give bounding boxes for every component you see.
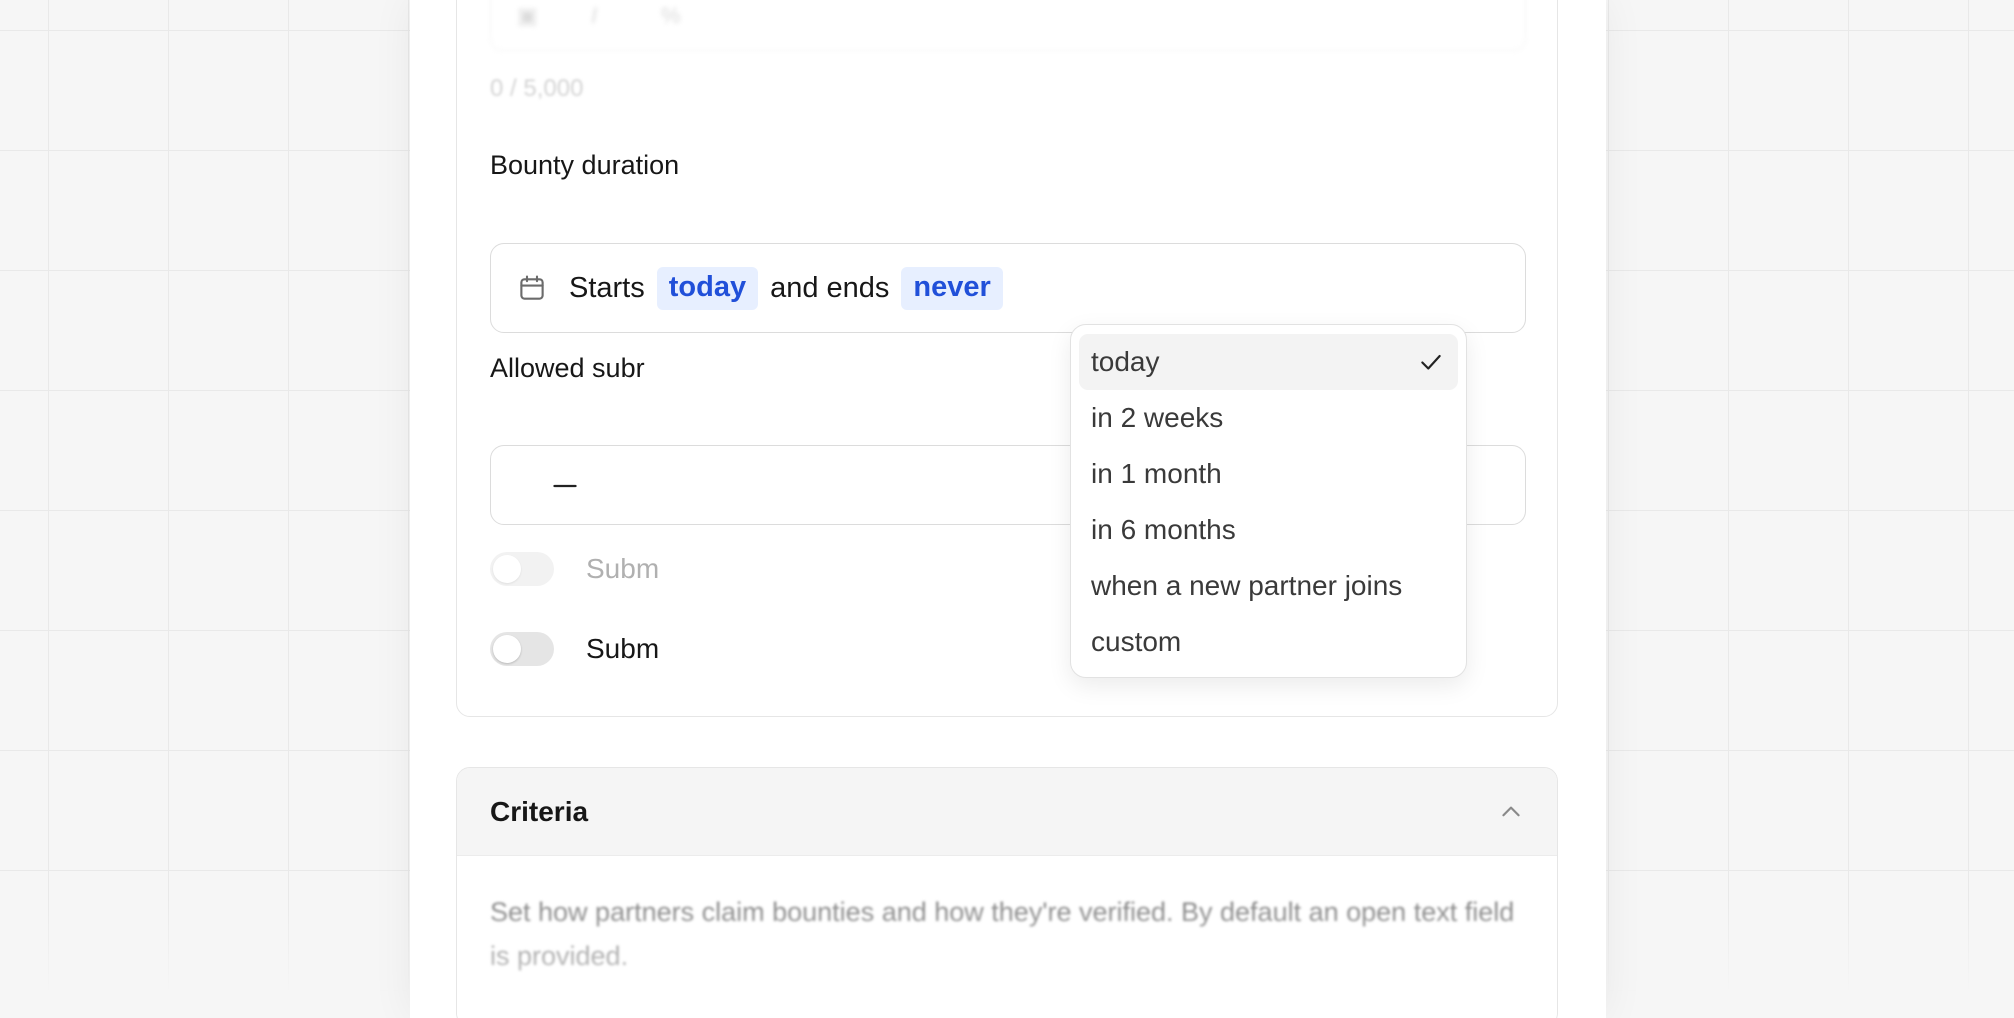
checkmark-icon — [1421, 354, 1441, 370]
starts-prefix: Starts — [569, 271, 645, 304]
bounty-duration-field: Starts today and ends never — [490, 243, 1526, 333]
italic-icon[interactable]: I — [591, 3, 597, 29]
option-label: today — [1091, 346, 1160, 377]
option-label: in 2 weeks — [1091, 402, 1224, 433]
disabled-toggle — [490, 552, 554, 586]
option-label: when a new partner joins — [1091, 570, 1403, 601]
start-date-picker[interactable]: today — [656, 266, 759, 310]
option-label: in 1 month — [1091, 458, 1222, 489]
description-editor[interactable]: ▣ I % — [490, 0, 1526, 51]
end-date-picker[interactable]: never — [901, 266, 1003, 310]
ends-middle-text: and ends — [770, 271, 890, 304]
minus-icon — [553, 484, 577, 488]
image-icon[interactable]: ▣ — [517, 3, 538, 29]
decrement-button[interactable] — [541, 462, 589, 510]
dropdown-option-custom[interactable]: custom — [1079, 614, 1458, 670]
chevron-up-icon[interactable] — [1498, 799, 1524, 825]
criteria-section: Criteria Set how partners claim bounties… — [456, 767, 1558, 1018]
criteria-description: Set how partners claim bounties and how … — [490, 897, 1515, 971]
disabled-toggle-label: Subm — [586, 553, 660, 584]
link-icon[interactable]: % — [661, 3, 681, 29]
submission-toggle-label: Subm — [586, 633, 660, 664]
option-label: in 6 months — [1091, 514, 1236, 545]
start-date-dropdown: today in 2 weeks in 1 month in 6 months … — [1070, 324, 1467, 678]
bounty-duration-label: Bounty duration — [490, 150, 680, 180]
criteria-title: Criteria — [490, 795, 589, 827]
criteria-header[interactable]: Criteria — [457, 768, 1557, 856]
dropdown-option-2-weeks[interactable]: in 2 weeks — [1079, 390, 1458, 446]
toggle-row-submission: Subm — [490, 632, 659, 666]
dropdown-option-today[interactable]: today — [1079, 334, 1458, 390]
dropdown-option-partner-joins[interactable]: when a new partner joins — [1079, 558, 1458, 614]
option-label: custom — [1091, 626, 1182, 657]
toggle-row-disabled: Subm — [490, 552, 659, 586]
bounty-form-sheet: ▣ I % 0 / 5,000 Bounty duration Starts t… — [410, 0, 1606, 1018]
toggle-knob — [493, 635, 521, 663]
allowed-submissions-label: Allowed subr — [490, 353, 645, 383]
toggle-knob — [493, 555, 521, 583]
calendar-icon — [520, 275, 544, 300]
dropdown-option-6-months[interactable]: in 6 months — [1079, 502, 1458, 558]
character-count: 0 / 5,000 — [490, 75, 584, 102]
submission-toggle[interactable] — [490, 632, 554, 666]
dropdown-option-1-month[interactable]: in 1 month — [1079, 446, 1458, 502]
